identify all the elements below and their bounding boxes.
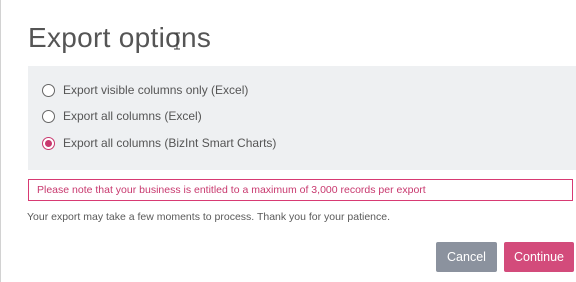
option-label: Export all columns (Excel) (63, 109, 202, 123)
radio-button[interactable] (42, 83, 55, 97)
option-all-columns-excel[interactable]: Export all columns (Excel) (42, 107, 202, 125)
record-limit-notice: Please note that your business is entitl… (28, 179, 573, 201)
radio-button[interactable] (42, 109, 55, 123)
dialog-title: Export options (28, 22, 212, 53)
option-visible-columns-excel[interactable]: Export visible columns only (Excel) (42, 81, 248, 99)
text-cursor-icon (174, 32, 180, 50)
option-all-columns-bizint[interactable]: Export all columns (BizInt Smart Charts) (42, 134, 276, 152)
option-label: Export visible columns only (Excel) (63, 83, 249, 97)
continue-button[interactable]: Continue (504, 242, 574, 272)
radio-button-selected[interactable] (42, 136, 55, 150)
notice-text: Please note that your business is entitl… (37, 184, 426, 196)
option-label: Export all columns (BizInt Smart Charts) (63, 136, 277, 150)
processing-info-text: Your export may take a few moments to pr… (27, 211, 391, 223)
export-options-panel: Export visible columns only (Excel) Expo… (28, 66, 576, 170)
cancel-button[interactable]: Cancel (436, 242, 497, 272)
export-options-dialog: Export options Export visible columns on… (0, 0, 576, 282)
